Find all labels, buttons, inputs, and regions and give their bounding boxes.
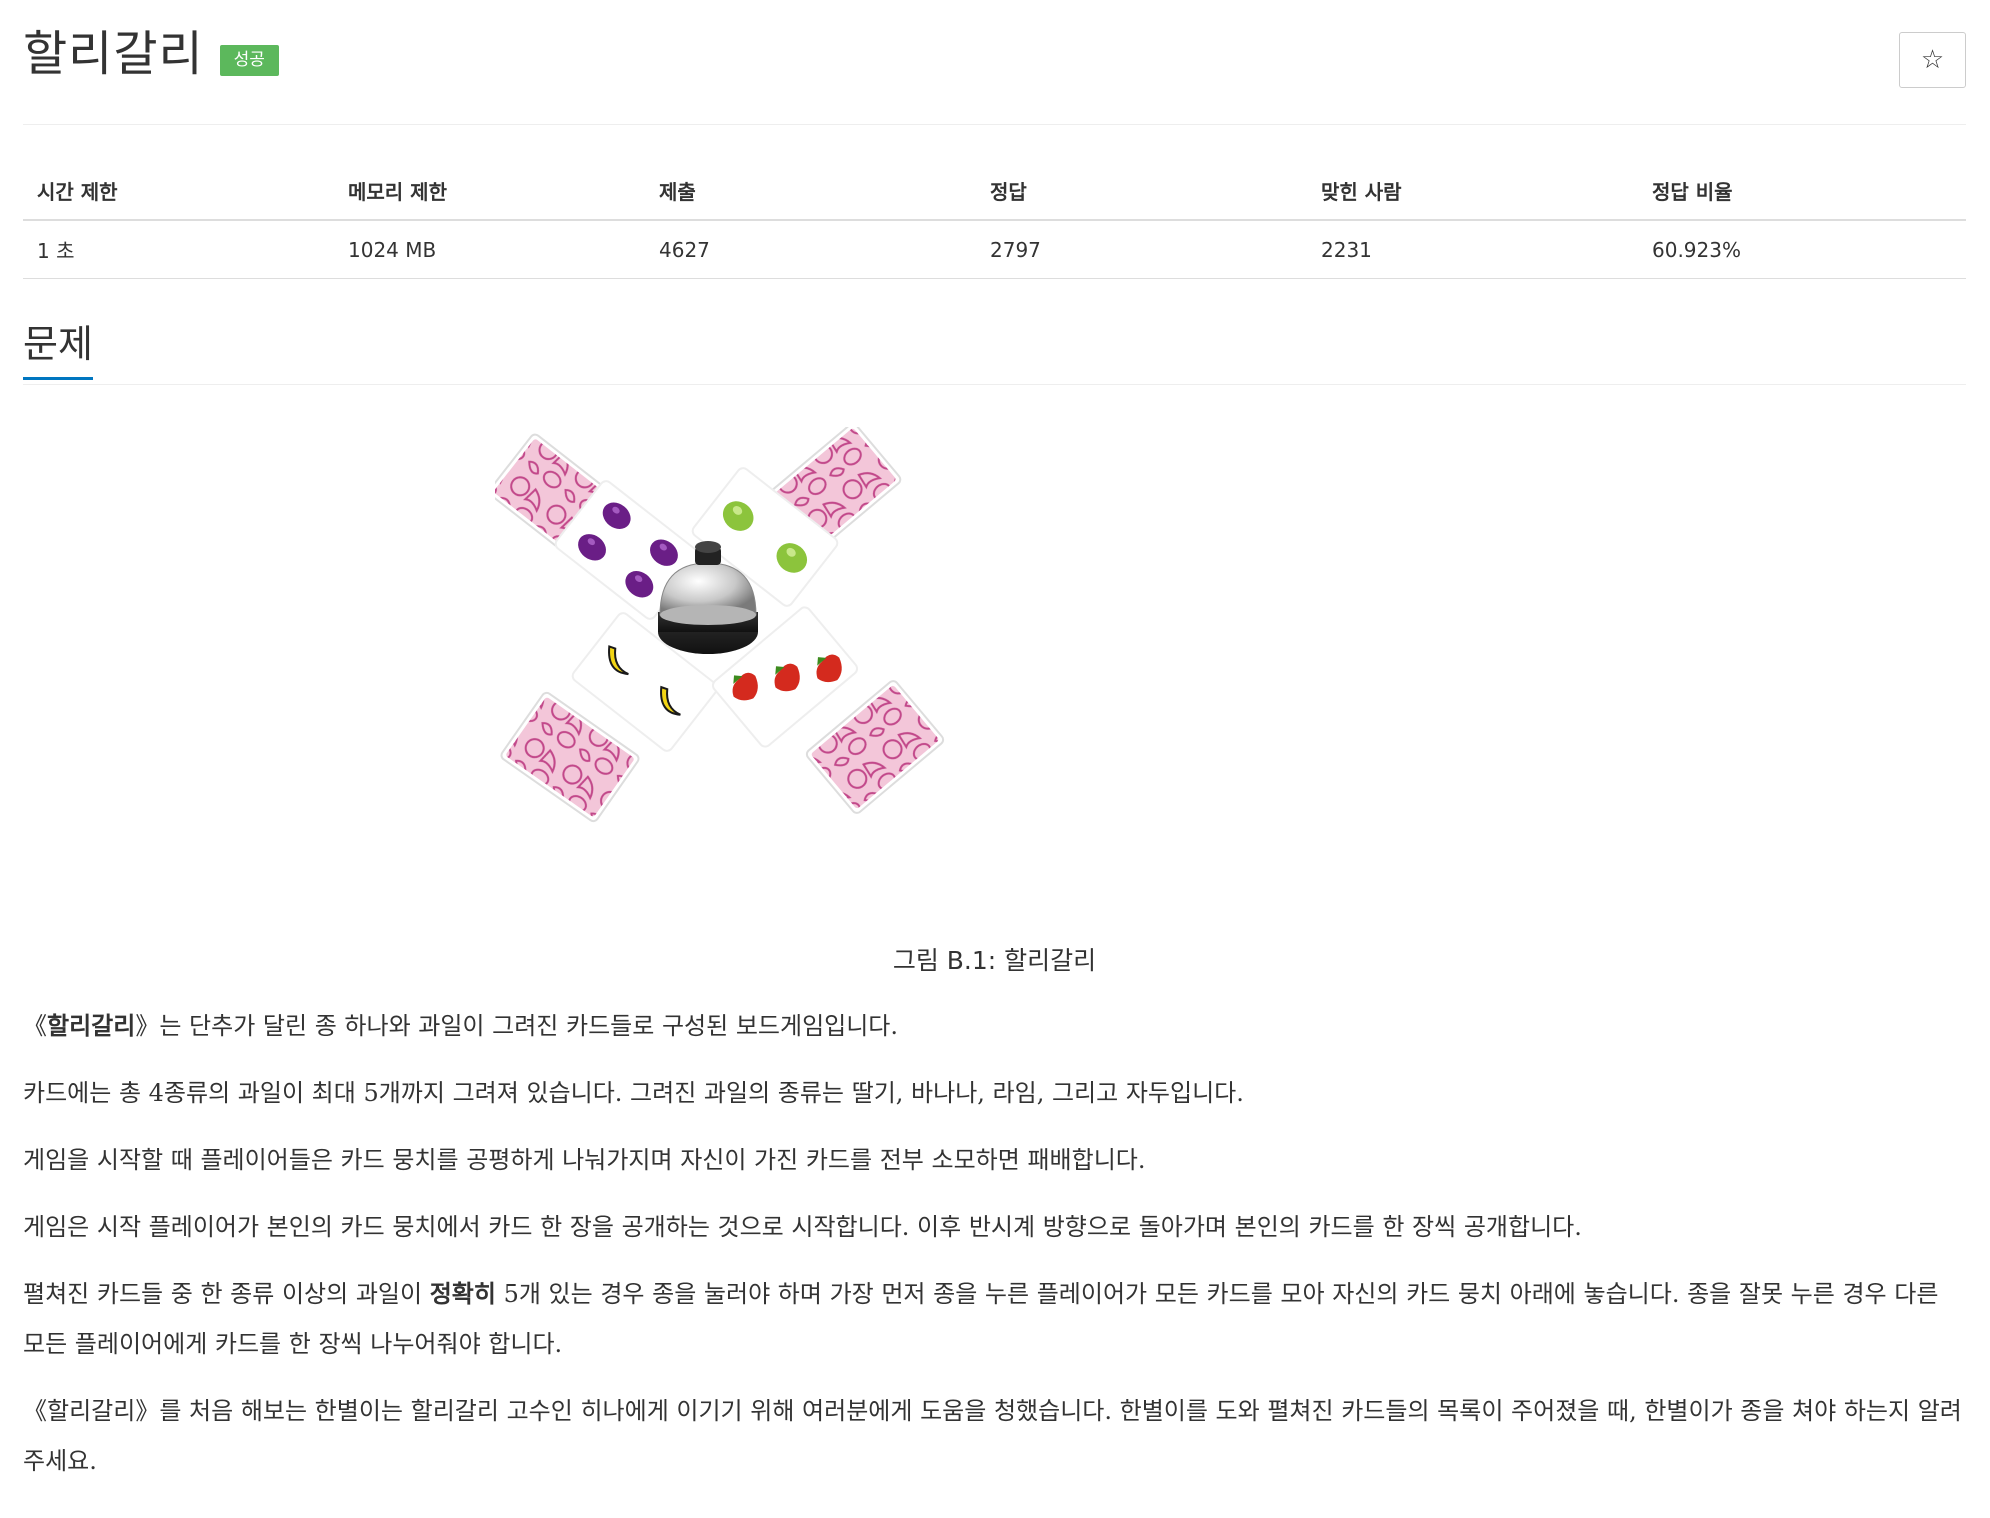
paragraph-4: 게임은 시작 플레이어가 본인의 카드 뭉치에서 카드 한 장을 공개하는 것으… [23,1213,1582,1241]
problem-title: 할리갈리 [23,26,204,82]
stats-header-solvers: 맞힌 사람 [1307,172,1638,221]
problem-stats-table: 시간 제한 메모리 제한 제출 정답 맞힌 사람 정답 비율 1 초 1024 … [23,172,1966,279]
paragraph-1-text: 《 [23,1012,47,1040]
figure-caption: 그림 B.1: 할리갈리 [892,946,1097,975]
paragraph-1-bold: 할리갈리 [47,1011,136,1040]
status-badge: 성공 [219,44,279,76]
problem-title-group: 할리갈리 성공 [23,30,279,78]
problem-header: 할리갈리 성공 ☆ [23,0,1966,125]
stats-header-memory-limit: 메모리 제한 [334,172,645,221]
stats-ratio: 60.923% [1638,220,1966,279]
stats-header-submissions: 제출 [645,172,976,221]
paragraph-1-text: 》는 단추가 달린 종 하나와 과일이 그려진 카드들로 구성된 보드게임입니다… [135,1012,899,1040]
star-icon: ☆ [1920,45,1945,75]
favorite-button[interactable]: ☆ [1899,32,1966,88]
stats-value-row: 1 초 1024 MB 4627 2797 2231 60.923% [23,220,1966,279]
stats-memory-limit: 1024 MB [334,220,645,279]
problem-page: 할리갈리 성공 ☆ 시간 제한 메모리 제한 제출 정답 맞힌 사람 정답 비율… [0,0,1990,1518]
stats-time-limit: 1 초 [23,220,334,279]
halli-galli-illustration [487,422,944,823]
paragraph-5-text: 펼쳐진 카드들 중 한 종류 이상의 과일이 [23,1280,430,1308]
stats-submissions: 4627 [645,220,976,279]
paragraph-2: 카드에는 총 4종류의 과일이 최대 5개까지 그려져 있습니다. 그려진 과일… [23,1079,1244,1107]
halli-galli-figure [487,422,1495,927]
paragraph-5: 펼쳐진 카드들 중 한 종류 이상의 과일이 정확히 5개 있는 경우 종을 눌… [23,1269,1966,1369]
problem-section-header: 문제 [23,324,1966,385]
stats-header-accepted: 정답 [976,172,1307,221]
card-back-bottom-right [805,680,944,814]
stats-header-time-limit: 시간 제한 [23,172,334,221]
paragraph-5-bold: 정확히 [429,1279,496,1308]
problem-description: 《할리갈리》는 단추가 달린 종 하나와 과일이 그려진 카드들로 구성된 보드… [23,1001,1966,1486]
paragraph-6: 《할리갈리》를 처음 해보는 한별이는 할리갈리 고수인 히나에게 이기기 위해… [23,1397,1962,1475]
paragraph-1: 《할리갈리》는 단추가 달린 종 하나와 과일이 그려진 카드들로 구성된 보드… [23,1001,1966,1051]
stats-solvers: 2231 [1307,220,1638,279]
section-heading: 문제 [23,324,93,380]
stats-header-row: 시간 제한 메모리 제한 제출 정답 맞힌 사람 정답 비율 [23,172,1966,221]
stats-header-ratio: 정답 비율 [1638,172,1966,221]
paragraph-3: 게임을 시작할 때 플레이어들은 카드 뭉치를 공평하게 나눠가지며 자신이 가… [23,1146,1146,1174]
stats-accepted: 2797 [976,220,1307,279]
